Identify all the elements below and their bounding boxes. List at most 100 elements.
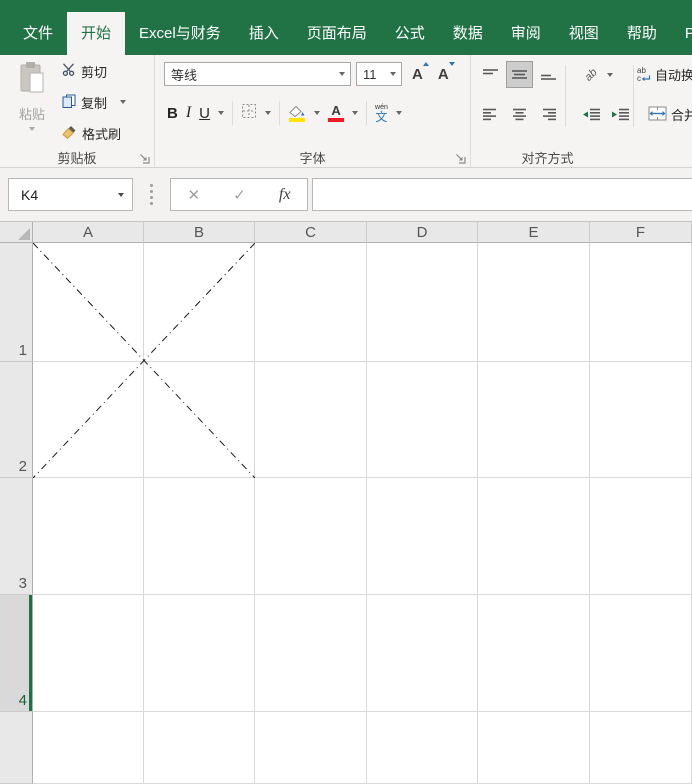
select-all-button[interactable] <box>0 222 33 243</box>
align-right-button[interactable] <box>535 101 562 128</box>
cut-button[interactable]: 剪切 <box>62 60 126 82</box>
font-size-dropdown-arrow[interactable] <box>390 72 396 76</box>
wrap-text-button[interactable]: ab c 自动换行 <box>637 65 692 84</box>
italic-button[interactable]: I <box>186 104 191 122</box>
name-box[interactable]: K4 <box>8 178 133 211</box>
font-size-combobox[interactable]: 11 <box>356 62 402 86</box>
orientation-dropdown-arrow[interactable] <box>607 72 613 77</box>
name-box-dropdown-arrow[interactable] <box>118 192 124 197</box>
font-dialog-launcher-icon[interactable] <box>454 151 466 164</box>
decrease-font-size-button[interactable]: A <box>433 61 455 83</box>
formula-input[interactable] <box>312 178 692 211</box>
row-header-2[interactable]: 2 <box>0 362 33 478</box>
fill-color-button[interactable] <box>288 105 306 122</box>
increase-indent-button[interactable] <box>607 101 634 128</box>
cell-b4[interactable] <box>144 595 255 712</box>
enter-icon[interactable]: ✓ <box>233 186 246 204</box>
row-header-4-selected[interactable]: 4 <box>0 595 33 712</box>
font-color-button[interactable]: A <box>328 104 345 122</box>
row-header-1[interactable]: 1 <box>0 243 33 362</box>
merge-center-button[interactable]: 合并后居中 <box>648 105 692 124</box>
bold-button[interactable]: B <box>167 105 178 122</box>
font-name-combobox[interactable]: 等线 <box>164 62 351 86</box>
underline-dropdown-arrow[interactable] <box>218 111 225 115</box>
borders-dropdown-arrow[interactable] <box>265 111 272 115</box>
font-color-dropdown-arrow[interactable] <box>352 111 359 115</box>
align-bottom-button[interactable] <box>535 61 562 88</box>
cell-e1[interactable] <box>478 243 590 362</box>
font-name-dropdown-arrow[interactable] <box>339 72 345 76</box>
orientation-button[interactable]: ab <box>578 61 605 88</box>
underline-button[interactable]: U <box>199 105 210 122</box>
align-top-button[interactable] <box>477 61 504 88</box>
phonetic-guide-button[interactable]: wén 文 <box>375 104 388 123</box>
cell-d1[interactable] <box>367 243 478 362</box>
cell-f4[interactable] <box>590 595 692 712</box>
cell-f2[interactable] <box>590 362 692 478</box>
cell-c5[interactable] <box>255 712 367 784</box>
tab-file[interactable]: 文件 <box>9 12 67 55</box>
cell-a4[interactable] <box>33 595 144 712</box>
column-header-f[interactable]: F <box>590 222 692 243</box>
borders-button[interactable] <box>241 103 257 124</box>
cell-d5[interactable] <box>367 712 478 784</box>
column-header-b[interactable]: B <box>144 222 255 243</box>
cell-a3[interactable] <box>33 478 144 595</box>
cell-c1[interactable] <box>255 243 367 362</box>
cell-b3[interactable] <box>144 478 255 595</box>
tab-insert[interactable]: 插入 <box>235 12 293 55</box>
cell-c2[interactable] <box>255 362 367 478</box>
cell-f3[interactable] <box>590 478 692 595</box>
formula-bar-drag-handle[interactable] <box>150 184 153 205</box>
cell-d4[interactable] <box>367 595 478 712</box>
phonetic-dropdown-arrow[interactable] <box>395 111 402 115</box>
tab-help[interactable]: 帮助 <box>613 12 671 55</box>
increase-font-size-button[interactable]: A <box>407 61 429 83</box>
cell-e3[interactable] <box>478 478 590 595</box>
fill-color-dropdown-arrow[interactable] <box>314 111 321 115</box>
copy-button[interactable]: 复制 <box>62 91 127 113</box>
insert-function-icon[interactable]: fx <box>279 186 291 204</box>
tab-home[interactable]: 开始 <box>67 12 126 55</box>
tab-excel-finance[interactable]: Excel与财务 <box>125 12 235 55</box>
cell-a5[interactable] <box>33 712 144 784</box>
tab-view[interactable]: 视图 <box>555 12 613 55</box>
column-header-c[interactable]: C <box>255 222 367 243</box>
align-center-button[interactable] <box>506 101 533 128</box>
cell-b5[interactable] <box>144 712 255 784</box>
cell-c4[interactable] <box>255 595 367 712</box>
cell-e2[interactable] <box>478 362 590 478</box>
cell-e4[interactable] <box>478 595 590 712</box>
tab-page-layout[interactable]: 页面布局 <box>293 12 381 55</box>
clipboard-dialog-launcher-icon[interactable] <box>138 151 150 164</box>
column-header-d[interactable]: D <box>367 222 478 243</box>
align-left-button[interactable] <box>477 101 504 128</box>
cancel-icon[interactable]: ✕ <box>188 186 201 204</box>
paste-dropdown-arrow[interactable] <box>29 127 35 131</box>
separator <box>232 101 234 125</box>
cell-b2[interactable] <box>144 362 255 478</box>
tab-data[interactable]: 数据 <box>439 12 497 55</box>
cell-b1[interactable] <box>144 243 255 362</box>
cell-d3[interactable] <box>367 478 478 595</box>
cell-f5[interactable] <box>590 712 692 784</box>
cell-a2[interactable] <box>33 362 144 478</box>
row-header-5-partial[interactable] <box>0 712 33 784</box>
tab-partial[interactable]: P <box>671 12 692 55</box>
cell-d2[interactable] <box>367 362 478 478</box>
cell-e5[interactable] <box>478 712 590 784</box>
cell-c3[interactable] <box>255 478 367 595</box>
column-header-a[interactable]: A <box>33 222 144 243</box>
column-header-e[interactable]: E <box>478 222 590 243</box>
row-header-3[interactable]: 3 <box>0 478 33 595</box>
fill-bucket-icon <box>289 105 305 117</box>
tab-formulas[interactable]: 公式 <box>381 12 439 55</box>
format-painter-button[interactable]: 格式刷 <box>62 122 126 144</box>
tab-review[interactable]: 审阅 <box>497 12 555 55</box>
cell-f1[interactable] <box>590 243 692 362</box>
paste-button[interactable]: 粘贴 <box>8 61 56 145</box>
decrease-indent-button[interactable] <box>578 101 605 128</box>
copy-dropdown-arrow[interactable] <box>120 100 127 104</box>
align-middle-button[interactable] <box>506 61 533 88</box>
cell-a1[interactable] <box>33 243 144 362</box>
